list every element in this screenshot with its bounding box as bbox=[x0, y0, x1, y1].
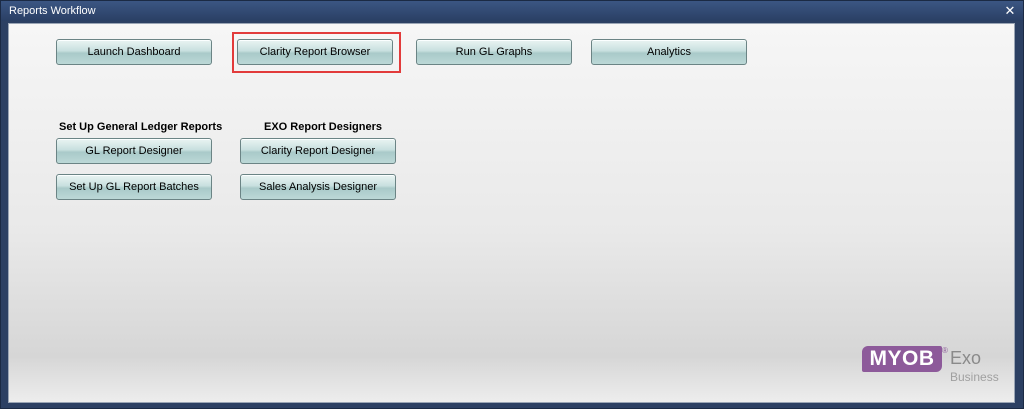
analytics-button[interactable]: Analytics bbox=[591, 39, 747, 65]
title-bar: Reports Workflow ✕ bbox=[1, 1, 1023, 21]
gl-report-designer-button[interactable]: GL Report Designer bbox=[56, 138, 212, 164]
clarity-report-browser-button[interactable]: Clarity Report Browser bbox=[237, 39, 393, 65]
sales-analysis-designer-button[interactable]: Sales Analysis Designer bbox=[240, 174, 396, 200]
registered-mark: ® bbox=[942, 346, 948, 355]
run-gl-graphs-button[interactable]: Run GL Graphs bbox=[416, 39, 572, 65]
window-title: Reports Workflow bbox=[9, 5, 96, 17]
reports-workflow-window: Reports Workflow ✕ Launch Dashboard Clar… bbox=[0, 0, 1024, 409]
myob-brand: MYOB bbox=[862, 346, 942, 372]
product-name: Exo bbox=[950, 348, 982, 368]
myob-exo-logo: MYOB ® Exo Business bbox=[862, 346, 1012, 392]
launch-dashboard-button[interactable]: Launch Dashboard bbox=[56, 39, 212, 65]
exo-section-heading: EXO Report Designers bbox=[264, 121, 382, 133]
workflow-panel: Launch Dashboard Clarity Report Browser … bbox=[8, 23, 1015, 403]
product-edition: Business bbox=[950, 370, 999, 384]
gl-section-heading: Set Up General Ledger Reports bbox=[59, 121, 223, 133]
clarity-report-designer-button[interactable]: Clarity Report Designer bbox=[240, 138, 396, 164]
close-icon[interactable]: ✕ bbox=[1003, 1, 1017, 21]
setup-gl-report-batches-button[interactable]: Set Up GL Report Batches bbox=[56, 174, 212, 200]
